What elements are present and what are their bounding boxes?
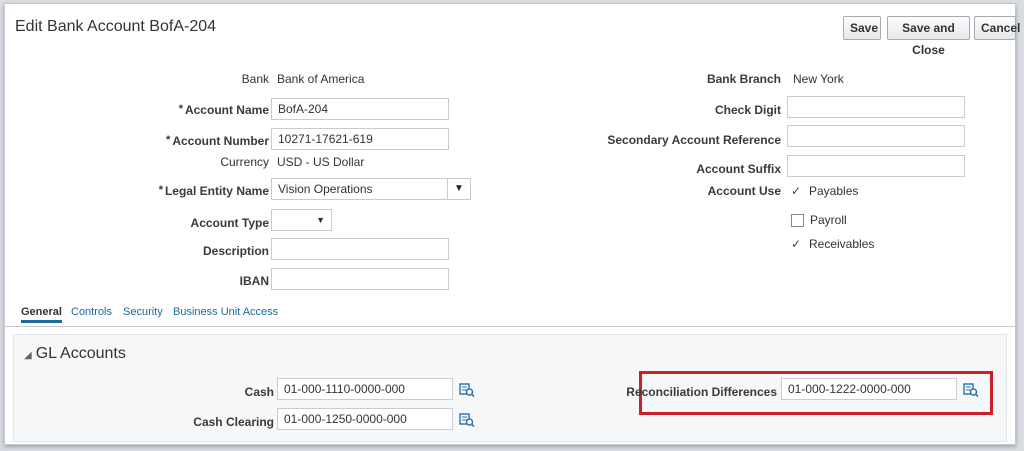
checkbox-label: Payroll [810,213,847,227]
account-use-label: Account Use [707,184,781,198]
account-type-select[interactable]: ▼ [271,209,332,231]
bank-branch-value: New York [793,72,844,86]
triangle-down-icon[interactable]: ▼ [447,179,470,199]
save-button[interactable]: Save [843,16,881,40]
chevron-down-icon[interactable]: ▼ [316,210,325,230]
required-marker: * [158,184,163,196]
search-lookup-icon[interactable] [963,382,979,398]
reconciliation-differences-label: Reconciliation Differences [626,385,777,399]
cash-input[interactable]: 01-000-1110-0000-000 [277,378,453,400]
page-title: Edit Bank Account BofA-204 [15,18,217,35]
account-suffix-label: Account Suffix [696,162,781,176]
gl-accounts-title: GL Accounts [35,345,126,362]
legal-entity-value: Vision Operations [278,182,373,196]
cancel-button[interactable]: Cancel [974,16,1020,40]
account-name-label: * Account Name [179,103,269,117]
edit-bank-account-panel: Edit Bank Account BofA-204 Save Save and… [4,3,1020,445]
account-type-label: Account Type [190,216,269,230]
check-digit-input[interactable] [787,96,965,118]
account-use-payroll-checkbox[interactable]: Payroll [791,213,847,228]
bank-label: Bank [241,72,269,86]
tab-business-unit-access[interactable]: Business Unit Access [173,306,278,318]
empty-checkbox-icon[interactable] [791,214,804,228]
account-name-input[interactable]: BofA-204 [271,98,449,120]
secondary-account-reference-input[interactable] [787,125,965,147]
iban-input[interactable] [271,268,449,290]
currency-label: Currency [220,155,269,169]
legal-entity-label-text: Legal Entity Name [164,184,269,198]
bank-branch-label: Bank Branch [706,72,781,86]
cash-clearing-label: Cash Clearing [193,415,274,429]
description-label: Description [202,244,269,258]
gl-accounts-header[interactable]: ◢ GL Accounts [24,345,126,363]
cash-clearing-input[interactable]: 01-000-1250-0000-000 [277,408,453,430]
legal-entity-select[interactable]: Vision Operations ▼ [271,178,471,200]
tab-security[interactable]: Security [123,306,163,318]
account-suffix-input[interactable] [787,155,965,177]
account-name-label-text: Account Name [184,103,269,117]
tab-general[interactable]: General [21,306,62,323]
required-marker: * [178,103,183,115]
checkbox-label: Payables [809,184,859,198]
bank-value: Bank of America [277,72,365,86]
search-lookup-icon[interactable] [459,412,475,428]
required-marker: * [166,134,171,146]
legal-entity-label: * Legal Entity Name [159,184,269,198]
checkmark-icon: ✓ [791,184,802,198]
account-number-input[interactable]: 10271-17621-619 [271,128,449,150]
secondary-account-reference-label: Secondary Account Reference [607,133,781,147]
description-input[interactable] [271,238,449,260]
account-number-label-text: Account Number [172,134,269,148]
tab-controls[interactable]: Controls [71,306,112,318]
account-number-label: * Account Number [166,134,269,148]
check-digit-label: Check Digit [714,103,781,117]
checkbox-label: Receivables [809,237,875,251]
currency-value: USD - US Dollar [277,155,365,169]
account-use-payables-checkbox[interactable]: ✓ Payables [791,184,858,198]
iban-label: IBAN [239,274,269,288]
triangle-down-icon[interactable]: ◢ [24,350,32,361]
reconciliation-differences-input[interactable]: 01-000-1222-0000-000 [781,378,957,400]
checkmark-icon: ✓ [791,237,802,251]
account-use-receivables-checkbox[interactable]: ✓ Receivables [791,237,874,251]
tab-bar: General Controls Security Business Unit … [5,300,1015,327]
save-and-close-button[interactable]: Save and Close [887,16,970,57]
search-lookup-icon[interactable] [459,382,475,398]
cash-label: Cash [244,385,274,399]
